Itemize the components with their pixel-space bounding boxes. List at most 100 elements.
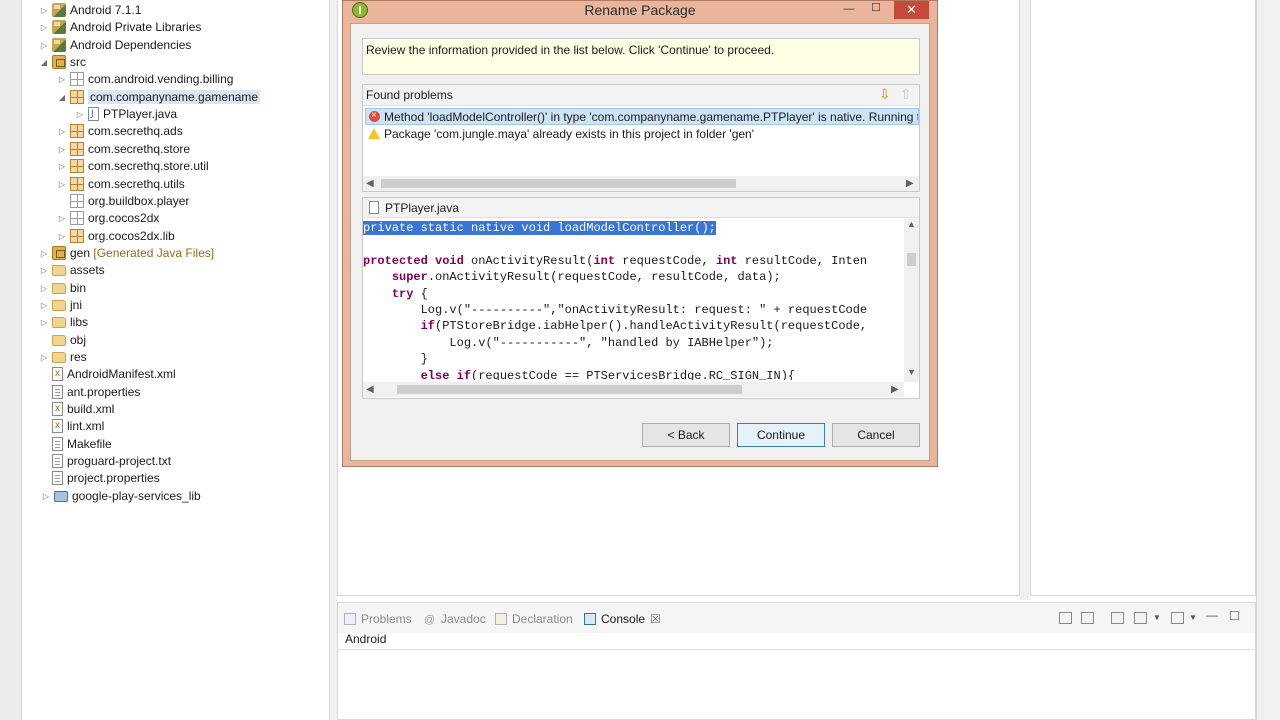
tab-javadoc[interactable]: Javadoc xyxy=(424,610,486,629)
tree-item[interactable]: ▷ com.secrethq.store.util xyxy=(56,158,209,175)
file-icon xyxy=(52,384,63,399)
problem-item-error[interactable]: Method 'loadModelController()' in type '… xyxy=(365,108,919,125)
cancel-button[interactable]: Cancel xyxy=(832,423,920,447)
tree-item[interactable]: ▷ gen [Generated Java Files] xyxy=(38,245,214,262)
chevron-down-icon[interactable]: ▼ xyxy=(1153,613,1161,622)
tree-item[interactable]: ▷ com.android.vending.billing xyxy=(56,71,233,88)
tree-item-label: proguard-project.txt xyxy=(67,454,172,469)
expand-arrow-icon[interactable]: ▷ xyxy=(56,228,68,245)
problem-item-warning[interactable]: Package 'com.jungle.maya' already exists… xyxy=(365,126,919,143)
console-name: Android xyxy=(345,632,387,646)
minimize-view-icon[interactable]: — xyxy=(1206,608,1218,622)
package-icon xyxy=(70,159,84,174)
tree-item[interactable]: ▷ res xyxy=(38,349,87,366)
xml-file-icon xyxy=(52,365,63,382)
expand-arrow-icon[interactable]: ▷ xyxy=(74,106,86,123)
expand-arrow-icon[interactable]: ▷ xyxy=(56,141,68,158)
tree-item[interactable]: ant.properties xyxy=(38,384,140,401)
code-preview[interactable]: private static native void loadModelCont… xyxy=(363,220,903,380)
tree-item[interactable]: ◢ com.companyname.gamename xyxy=(56,89,261,106)
tree-item[interactable]: ▷ com.secrethq.utils xyxy=(56,176,185,193)
display-console-icon[interactable] xyxy=(1134,612,1147,624)
scroll-down-icon[interactable]: ▼ xyxy=(907,367,916,377)
expand-arrow-icon[interactable]: ▷ xyxy=(38,2,50,19)
expand-arrow-icon[interactable]: ▷ xyxy=(56,123,68,140)
expand-arrow-icon[interactable]: ▷ xyxy=(38,297,50,314)
problems-horizontal-scrollbar[interactable]: ◀ ▶ xyxy=(363,176,919,191)
scroll-right-icon[interactable]: ▶ xyxy=(906,176,914,191)
tree-item[interactable]: ▷ org.cocos2dx.lib xyxy=(56,228,175,245)
tree-item[interactable]: project.properties xyxy=(38,470,160,487)
expand-arrow-icon[interactable]: ▷ xyxy=(38,349,50,366)
tree-item[interactable]: ▷ assets xyxy=(38,262,105,279)
scroll-thumb[interactable] xyxy=(907,253,916,266)
expand-arrow-icon[interactable]: ▷ xyxy=(56,210,68,227)
open-console-icon[interactable] xyxy=(1171,612,1184,624)
code-horizontal-scrollbar[interactable]: ◀ ▶ xyxy=(363,382,904,397)
tree-item[interactable]: ▷ org.cocos2dx xyxy=(56,210,159,227)
scroll-left-icon[interactable]: ◀ xyxy=(366,176,374,191)
tree-item[interactable]: lint.xml xyxy=(38,417,104,435)
collapse-arrow-icon[interactable]: ◢ xyxy=(56,89,68,106)
tab-problems[interactable]: Problems xyxy=(344,610,412,628)
tree-item[interactable]: ▷ Android Private Libraries xyxy=(38,19,201,36)
tree-item[interactable]: AndroidManifest.xml xyxy=(38,365,176,383)
expand-arrow-icon[interactable]: ▷ xyxy=(56,176,68,193)
minimize-button[interactable]: — xyxy=(840,3,858,17)
dialog-titlebar[interactable]: Rename Package — ☐ ✕ xyxy=(343,1,937,21)
tree-item[interactable]: ▷ jni xyxy=(38,297,82,314)
expand-arrow-icon[interactable]: ▷ xyxy=(38,280,50,297)
tree-item[interactable]: ▷ Android Dependencies xyxy=(38,37,191,54)
expand-arrow-icon[interactable]: ▷ xyxy=(56,158,68,175)
scroll-lock-icon[interactable] xyxy=(1081,612,1094,624)
close-button[interactable]: ✕ xyxy=(894,1,929,19)
tree-item-label: com.secrethq.utils xyxy=(88,176,185,191)
code-line: if(PTStoreBridge.iabHelper().handleActiv… xyxy=(420,319,868,334)
package-icon xyxy=(70,176,84,191)
collapse-arrow-icon[interactable]: ◢ xyxy=(38,54,50,71)
scroll-thumb[interactable] xyxy=(381,179,736,188)
tree-item[interactable]: Makefile xyxy=(38,436,112,453)
scroll-thumb[interactable] xyxy=(397,385,742,394)
empty-package-icon xyxy=(70,72,84,87)
sash-right[interactable] xyxy=(1020,0,1030,600)
pin-console-icon[interactable] xyxy=(1111,612,1124,624)
tab-declaration[interactable]: Declaration xyxy=(495,610,573,628)
expand-arrow-icon[interactable]: ▷ xyxy=(38,19,50,36)
tree-item[interactable]: ▷ com.secrethq.store xyxy=(56,141,190,158)
tree-item[interactable]: ▷ bin xyxy=(38,280,86,297)
tree-item[interactable]: build.xml xyxy=(38,400,114,418)
expand-arrow-icon[interactable]: ▷ xyxy=(40,488,52,505)
tree-item[interactable]: ▷ PTPlayer.java xyxy=(74,106,177,123)
chevron-down-icon[interactable]: ▼ xyxy=(1189,613,1197,622)
tree-item[interactable]: ▷ libs xyxy=(38,314,88,331)
clear-console-icon[interactable] xyxy=(1059,612,1072,624)
tree-item[interactable]: ▷ Android 7.1.1 xyxy=(38,2,141,19)
close-tab-icon[interactable]: ☒ xyxy=(650,612,661,626)
sash-left[interactable] xyxy=(330,0,337,720)
scroll-right-icon[interactable]: ▶ xyxy=(891,382,899,397)
tree-item[interactable]: ▷ google-play-services_lib xyxy=(40,488,201,505)
expand-arrow-icon[interactable]: ▷ xyxy=(38,245,50,262)
next-problem-arrow-icon[interactable]: ⇩ xyxy=(879,86,891,103)
expand-arrow-icon[interactable]: ▷ xyxy=(38,314,50,331)
previous-problem-arrow-icon[interactable]: ⇧ xyxy=(900,86,912,103)
expand-arrow-icon[interactable]: ▷ xyxy=(38,262,50,279)
scroll-left-icon[interactable]: ◀ xyxy=(366,382,374,397)
package-explorer: ▷ Android 7.1.1 ▷ Android Private Libraries… xyxy=(0,0,330,720)
tree-item[interactable]: obj xyxy=(38,332,86,349)
tree-item[interactable]: org.buildbox.player xyxy=(56,193,189,210)
scroll-up-icon[interactable]: ▲ xyxy=(907,219,916,229)
tab-console[interactable]: Console ☒ xyxy=(584,610,661,628)
tree-item[interactable]: proguard-project.txt xyxy=(38,453,171,470)
maximize-view-icon[interactable]: ☐ xyxy=(1229,609,1240,623)
back-button[interactable]: < Back xyxy=(642,423,730,447)
maximize-button[interactable]: ☐ xyxy=(867,1,885,15)
tree-item[interactable]: ◢ src xyxy=(38,54,86,71)
package-icon xyxy=(70,228,84,243)
code-vertical-scrollbar[interactable]: ▲ ▼ xyxy=(904,219,919,382)
expand-arrow-icon[interactable]: ▷ xyxy=(38,37,50,54)
expand-arrow-icon[interactable]: ▷ xyxy=(56,71,68,88)
tree-item[interactable]: ▷ com.secrethq.ads xyxy=(56,123,183,140)
continue-button[interactable]: Continue xyxy=(737,423,825,447)
